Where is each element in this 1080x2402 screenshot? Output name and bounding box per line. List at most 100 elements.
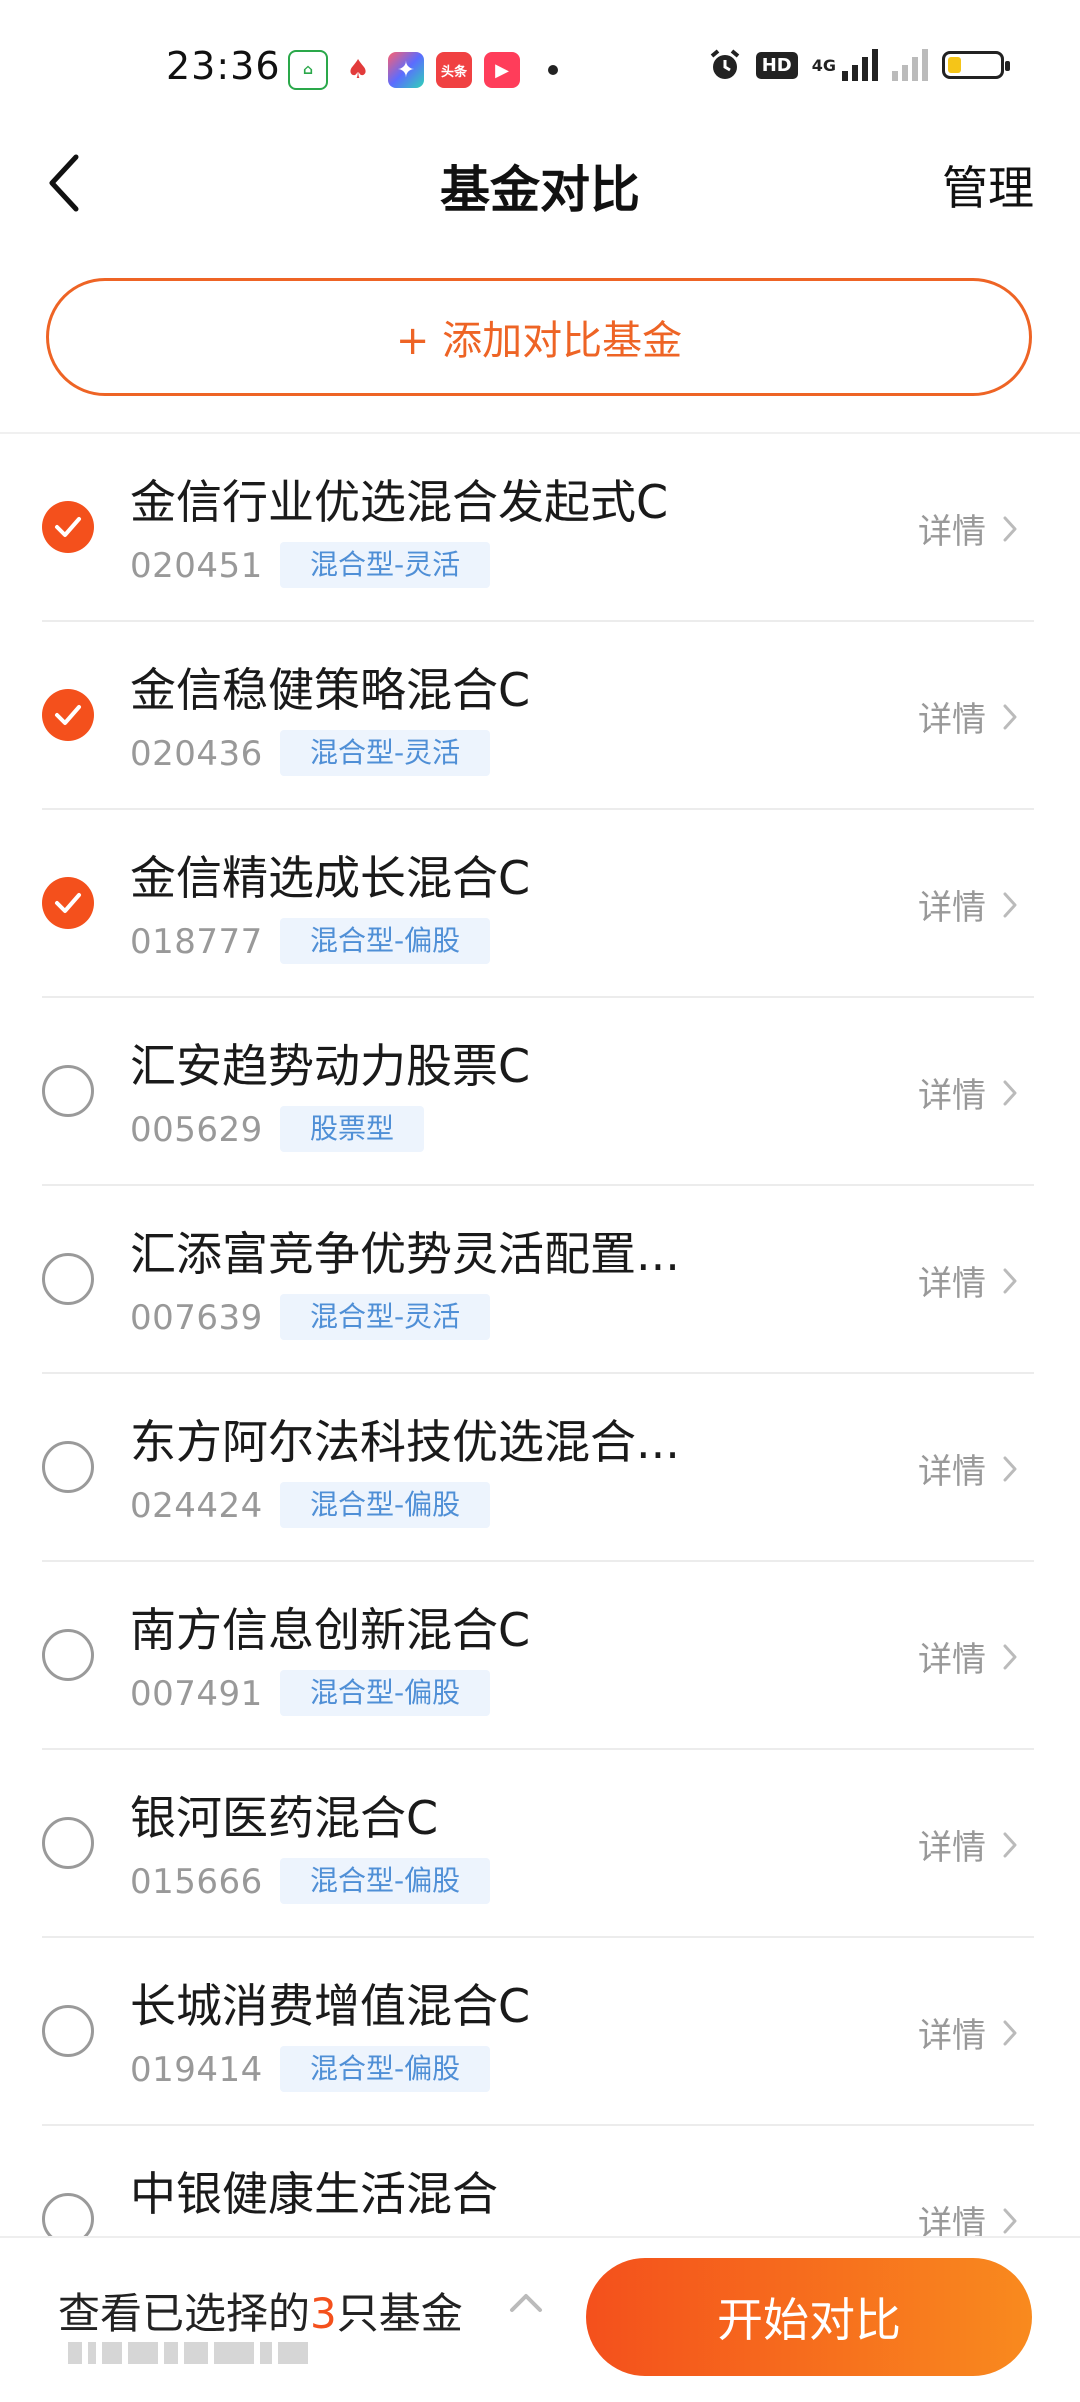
- toutiao-app-icon: 头条: [436, 52, 472, 88]
- hd-badge: HD: [755, 51, 798, 79]
- fund-type-tag: 混合型-灵活: [280, 730, 491, 776]
- fund-type-tag: 混合型-偏股: [280, 1670, 491, 1716]
- fund-row[interactable]: 东方阿尔法科技优选混合... 024424 混合型-偏股 详情: [0, 1374, 1080, 1562]
- alarm-icon: [710, 49, 739, 79]
- fund-row[interactable]: 金信行业优选混合发起式C 020451 混合型-灵活 详情: [0, 434, 1080, 622]
- detail-label: 详情: [918, 1828, 986, 1868]
- fund-row[interactable]: 银河医药混合C 015666 混合型-偏股 详情: [0, 1750, 1080, 1938]
- chevron-right-icon: [1003, 1080, 1017, 1105]
- fund-type-tag: 混合型-偏股: [280, 1482, 491, 1528]
- chevron-up-icon[interactable]: [508, 2290, 544, 2316]
- detail-label: 详情: [918, 888, 986, 928]
- detail-link[interactable]: 详情: [918, 504, 1018, 553]
- fund-row[interactable]: 长城消费增值混合C 019414 混合型-偏股 详情: [0, 1938, 1080, 2126]
- fund-code: 007491: [130, 1674, 263, 1714]
- fund-code: 018777: [130, 922, 263, 962]
- fund-type-tag: 混合型-偏股: [280, 1858, 491, 1904]
- manage-button[interactable]: 管理: [942, 152, 1034, 218]
- selected-count: 3: [310, 2289, 337, 2338]
- page-title: 基金对比: [440, 161, 640, 219]
- fund-code: 007639: [130, 1298, 263, 1338]
- fund-type-tag: 股票型: [280, 1106, 425, 1152]
- chevron-right-icon: [1003, 1268, 1017, 1293]
- detail-label: 详情: [918, 2016, 986, 2056]
- fund-type-tag: 混合型-灵活: [280, 542, 491, 588]
- check-icon: [55, 893, 81, 913]
- signal-weak-icon: [892, 49, 928, 81]
- check-icon: [55, 517, 81, 537]
- fund-code: 020436: [130, 734, 263, 774]
- fund-name: 汇安趋势动力股票C: [130, 1039, 531, 1093]
- fund-name: 金信行业优选混合发起式C: [130, 475, 669, 529]
- checkbox-unchecked[interactable]: [42, 1065, 94, 1117]
- battery-level: [948, 57, 961, 73]
- checkbox-unchecked[interactable]: [42, 1253, 94, 1305]
- chevron-right-icon: [1003, 892, 1017, 917]
- fund-type-tag: 混合型-偏股: [280, 2046, 491, 2092]
- fund-name: 长城消费增值混合C: [130, 1979, 531, 2033]
- fund-row[interactable]: 金信精选成长混合C 018777 混合型-偏股 详情: [0, 810, 1080, 998]
- detail-label: 详情: [918, 512, 986, 552]
- checkbox-unchecked[interactable]: [42, 1817, 94, 1869]
- bottom-bar: 查看已选择的3只基金 开始对比: [0, 2236, 1080, 2402]
- fund-name: 金信稳健策略混合C: [130, 663, 531, 717]
- detail-link[interactable]: 详情: [918, 1444, 1018, 1493]
- chevron-right-icon: [1003, 1456, 1017, 1481]
- home-app-icon: ⌂: [288, 50, 328, 90]
- detail-link[interactable]: 详情: [918, 692, 1018, 741]
- chevron-right-icon: [1003, 704, 1017, 729]
- chevron-right-icon: [1003, 516, 1017, 541]
- checkbox-checked[interactable]: [42, 501, 94, 553]
- fund-row[interactable]: 南方信息创新混合C 007491 混合型-偏股 详情: [0, 1562, 1080, 1750]
- checkbox-unchecked[interactable]: [42, 1629, 94, 1681]
- detail-label: 详情: [918, 1076, 986, 1116]
- detail-label: 详情: [918, 1452, 986, 1492]
- detail-label: 详情: [918, 700, 986, 740]
- signal-icon: [842, 49, 878, 81]
- fund-row[interactable]: 汇安趋势动力股票C 005629 股票型 详情: [0, 998, 1080, 1186]
- detail-link[interactable]: 详情: [918, 2008, 1018, 2057]
- fund-code: 020451: [130, 546, 263, 586]
- more-notifications-dot: [548, 65, 558, 75]
- checkbox-unchecked[interactable]: [42, 1441, 94, 1493]
- fund-code: 019414: [130, 2050, 263, 2090]
- navigation-bar: [68, 2338, 348, 2368]
- fund-row[interactable]: 金信稳健策略混合C 020436 混合型-灵活 详情: [0, 622, 1080, 810]
- fund-name: 东方阿尔法科技优选混合...: [130, 1415, 680, 1469]
- fund-code: 015666: [130, 1862, 263, 1902]
- video-app-icon: ▶: [484, 52, 520, 88]
- chevron-right-icon: [1003, 2208, 1017, 2233]
- add-compare-fund-button[interactable]: + 添加对比基金: [46, 278, 1032, 396]
- header: 基金对比 管理: [0, 130, 1080, 240]
- check-icon: [55, 705, 81, 725]
- fund-code: 005629: [130, 1110, 263, 1150]
- detail-link[interactable]: 详情: [918, 1820, 1018, 1869]
- checkbox-unchecked[interactable]: [42, 2005, 94, 2057]
- detail-link[interactable]: 详情: [918, 880, 1018, 929]
- status-right: HD 4G: [708, 48, 1010, 82]
- selected-prefix: 查看已选择的: [58, 2289, 311, 2338]
- detail-label: 详情: [918, 1640, 986, 1680]
- chevron-right-icon: [1003, 2020, 1017, 2045]
- start-compare-button[interactable]: 开始对比: [586, 2258, 1032, 2376]
- fund-code: 024424: [130, 1486, 263, 1526]
- selected-funds-toggle[interactable]: 查看已选择的3只基金: [58, 2280, 463, 2341]
- notification-icons: ⌂ ♠ ✦ 头条 ▶: [288, 50, 558, 90]
- status-bar: 23:36 ⌂ ♠ ✦ 头条 ▶ HD 4G: [0, 0, 1080, 130]
- fund-list: 金信行业优选混合发起式C 020451 混合型-灵活 详情 金信稳健策略混合C 02043…: [0, 434, 1080, 2314]
- fund-type-tag: 混合型-偏股: [280, 918, 491, 964]
- status-time: 23:36: [166, 44, 281, 88]
- star-app-icon: ✦: [388, 52, 424, 88]
- selected-suffix: 只基金: [336, 2289, 463, 2338]
- fund-row[interactable]: 汇添富竞争优势灵活配置... 007639 混合型-灵活 详情: [0, 1186, 1080, 1374]
- checkbox-checked[interactable]: [42, 689, 94, 741]
- fund-name: 金信精选成长混合C: [130, 851, 531, 905]
- fund-name: 南方信息创新混合C: [130, 1603, 531, 1657]
- detail-link[interactable]: 详情: [918, 1632, 1018, 1681]
- detail-link[interactable]: 详情: [918, 1068, 1018, 1117]
- fund-name: 银河医药混合C: [130, 1791, 439, 1845]
- detail-label: 详情: [918, 1264, 986, 1304]
- checkbox-checked[interactable]: [42, 877, 94, 929]
- detail-link[interactable]: 详情: [918, 1256, 1018, 1305]
- fund-type-tag: 混合型-灵活: [280, 1294, 491, 1340]
